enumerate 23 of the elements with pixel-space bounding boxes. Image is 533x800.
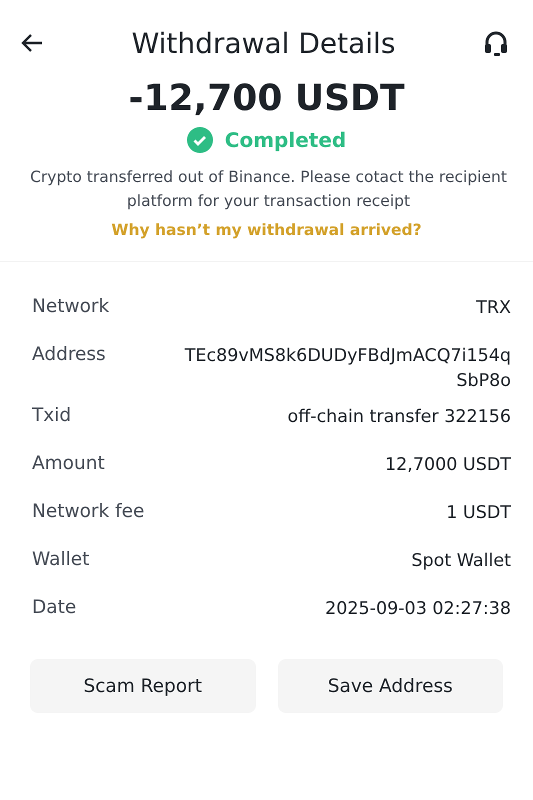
check-circle-icon (186, 127, 213, 153)
status-label: Completed (224, 128, 346, 152)
detail-value: 2025-09-03 02:27:38 (325, 598, 511, 622)
detail-value: TEc89vMS8k6DUDyFBdJmACQ7i154q SbP8o (184, 345, 511, 393)
action-button[interactable]: Save Address (278, 659, 503, 714)
detail-label: Address (32, 343, 106, 366)
detail-value: TRX (476, 297, 511, 320)
detail-label: Amount (32, 452, 105, 474)
detail-label: Network fee (32, 500, 144, 522)
detail-label: Date (32, 596, 76, 618)
detail-value: 1 USDT (446, 502, 511, 526)
detail-value: 12,7000 USDT (384, 454, 511, 478)
page-title: Withdrawal Details (132, 26, 396, 60)
detail-label: Txid (32, 404, 72, 426)
headset-icon[interactable] (482, 30, 509, 56)
detail-label: Network (32, 295, 110, 318)
action-button[interactable]: Scam Report (30, 659, 256, 714)
detail-value: Spot Wallet (411, 550, 511, 574)
back-arrow-icon[interactable] (20, 33, 44, 53)
detail-value: off-chain transfer 322156 (287, 406, 511, 430)
info-message: Crypto transferred out of Binance. Please cotact the recipient platform for your transaction receipt (29, 167, 508, 212)
detail-label: Wallet (32, 548, 90, 570)
amount-text: -12,700 USDT (128, 78, 406, 119)
